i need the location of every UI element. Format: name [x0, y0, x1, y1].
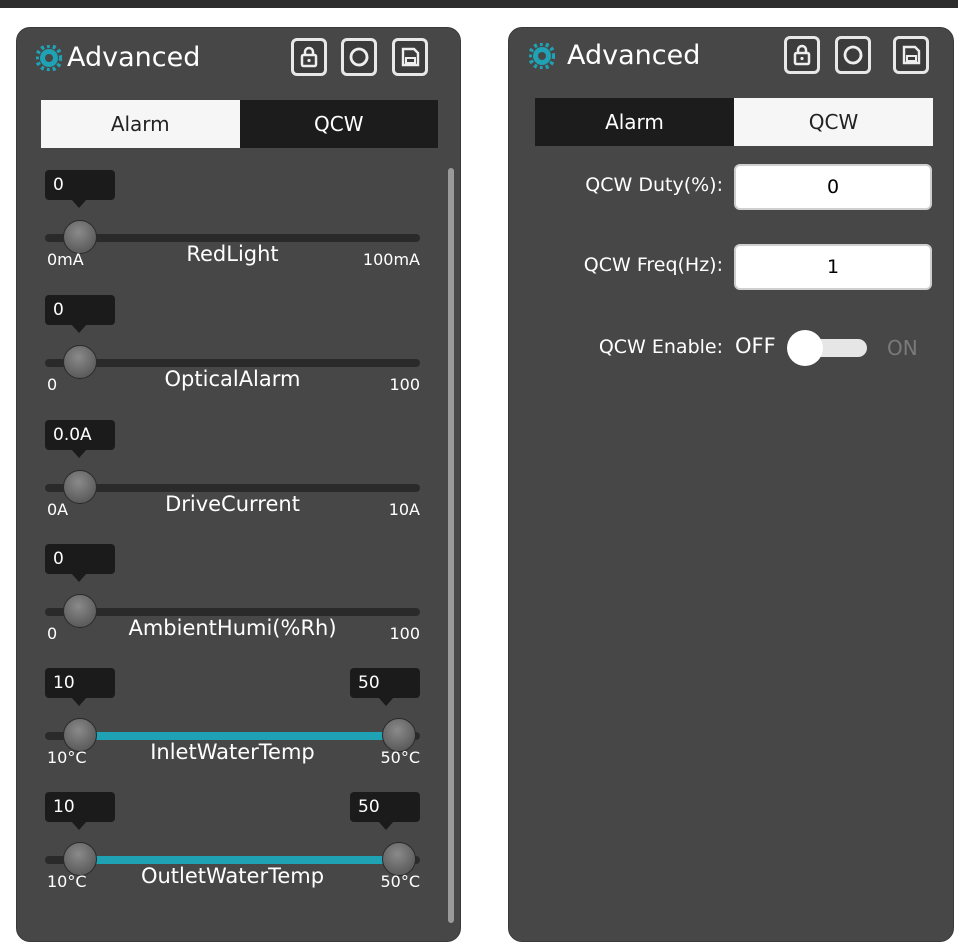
gear-icon	[36, 45, 62, 71]
slider-track[interactable]	[45, 608, 420, 616]
lock-button[interactable]	[291, 38, 327, 76]
low-value-bubble: 10	[45, 792, 115, 830]
advanced-panel-qcw: Advanced Alarm QCW QCW Duty(%): QCW Freq…	[508, 27, 954, 942]
max-label: 100	[389, 624, 420, 643]
value-bubble: 0	[45, 170, 115, 208]
slider-track[interactable]	[45, 484, 420, 492]
toggle-knob	[787, 330, 823, 366]
refresh-button[interactable]	[341, 38, 377, 76]
tab-qcw[interactable]: QCW	[734, 98, 933, 146]
qcw-duty-row: QCW Duty(%):	[509, 164, 953, 210]
scrollbar[interactable]	[448, 168, 454, 923]
panel-title: Advanced	[67, 42, 201, 73]
refresh-button[interactable]	[835, 36, 871, 74]
tab-qcw[interactable]: QCW	[239, 100, 438, 148]
off-label: OFF	[735, 334, 776, 358]
slider-redlight: 0 0mA RedLight 100mA	[45, 170, 420, 290]
high-value-bubble: 50	[350, 792, 420, 830]
slider-name: DriveCurrent	[165, 492, 300, 516]
max-label: 50°C	[380, 748, 420, 767]
slider-track[interactable]	[45, 234, 420, 242]
qcw-enable-label: QCW Enable:	[598, 336, 723, 358]
qcw-freq-row: QCW Freq(Hz):	[509, 244, 953, 290]
lock-icon	[793, 44, 811, 66]
on-label: ON	[887, 336, 918, 360]
max-label: 100	[389, 375, 420, 394]
save-button[interactable]	[392, 38, 428, 76]
slider-name: OpticalAlarm	[164, 367, 301, 391]
lock-button[interactable]	[784, 36, 820, 74]
qcw-duty-input[interactable]	[734, 164, 932, 210]
value-bubble: 0	[45, 295, 115, 333]
tab-alarm[interactable]: Alarm	[535, 98, 734, 146]
value-bubble: 0.0A	[45, 420, 115, 458]
slider-drivecurrent: 0.0A 0A DriveCurrent 10A	[45, 420, 420, 540]
slider-name: OutletWaterTemp	[140, 864, 325, 888]
max-label: 100mA	[362, 250, 420, 269]
low-value-bubble: 10	[45, 668, 115, 706]
refresh-icon	[843, 45, 863, 65]
panel-title: Advanced	[567, 40, 701, 71]
gear-icon	[529, 43, 555, 69]
max-label: 10A	[388, 500, 420, 519]
max-label: 50°C	[380, 872, 420, 891]
range-fill	[81, 856, 384, 864]
top-strip	[0, 0, 958, 8]
slider-ambienthumi: 0 0 AmbientHumi(%Rh) 100	[45, 544, 420, 664]
slider-opticalalarm: 0 0 OpticalAlarm 100	[45, 295, 420, 415]
qcw-duty-label: QCW Duty(%):	[585, 174, 723, 196]
range-slider-inletwatertemp: 10 50 10°C InletWaterTemp 50°C	[45, 668, 420, 788]
refresh-icon	[349, 47, 369, 67]
tab-bar: Alarm QCW	[41, 100, 438, 148]
advanced-panel-alarm: Advanced Alarm QCW 0 0mA RedLight 100mA …	[16, 27, 461, 942]
slider-track[interactable]	[45, 359, 420, 367]
qcw-enable-toggle[interactable]	[783, 330, 873, 366]
lock-icon	[300, 46, 318, 68]
qcw-freq-input[interactable]	[734, 244, 932, 290]
tab-bar: Alarm QCW	[535, 98, 933, 146]
high-value-bubble: 50	[350, 668, 420, 706]
save-icon	[401, 47, 420, 67]
qcw-freq-label: QCW Freq(Hz):	[583, 254, 723, 276]
slider-name: InletWaterTemp	[150, 740, 315, 764]
slider-name: AmbientHumi(%Rh)	[128, 616, 337, 640]
value-bubble: 0	[45, 544, 115, 582]
tab-alarm[interactable]: Alarm	[41, 100, 240, 148]
range-fill	[81, 732, 384, 740]
save-button[interactable]	[893, 36, 929, 74]
range-slider-outletwatertemp: 10 50 10°C OutletWaterTemp 50°C	[45, 792, 420, 912]
save-icon	[902, 45, 921, 65]
